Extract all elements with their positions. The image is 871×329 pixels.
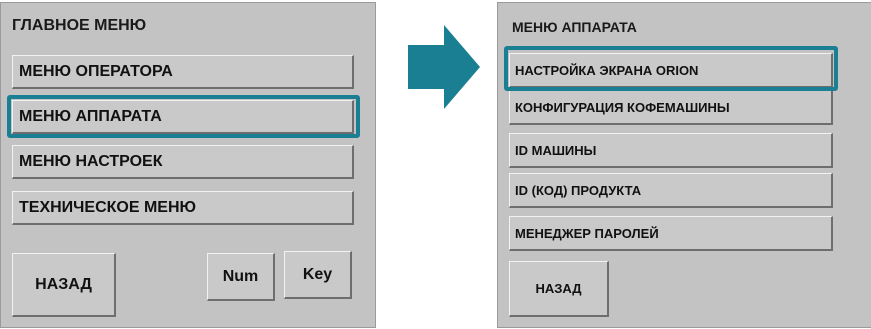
selection-highlight bbox=[504, 46, 838, 91]
main-menu-title: ГЛАВНОЕ МЕНЮ bbox=[12, 17, 147, 34]
product-id-button[interactable]: ID (КОД) ПРОДУКТА bbox=[509, 173, 833, 208]
num-button[interactable]: Num bbox=[207, 253, 275, 301]
machine-id-button[interactable]: ID МАШИНЫ bbox=[509, 133, 833, 168]
back-button[interactable]: НАЗАД bbox=[509, 261, 609, 317]
machine-menu-panel: МЕНЮ АППАРАТА НАСТРОЙКА ЭКРАНА ORION КОН… bbox=[497, 2, 871, 328]
selection-highlight bbox=[7, 95, 360, 138]
main-menu-panel: ГЛАВНОЕ МЕНЮ МЕНЮ ОПЕРАТОРА МЕНЮ АППАРАТ… bbox=[0, 2, 376, 328]
coffee-machine-config-button[interactable]: КОНФИГУРАЦИЯ КОФЕМАШИНЫ bbox=[509, 90, 833, 125]
password-manager-button[interactable]: МЕНЕДЖЕР ПАРОЛЕЙ bbox=[509, 216, 833, 251]
machine-menu-title: МЕНЮ АППАРАТА bbox=[512, 19, 637, 35]
settings-menu-button[interactable]: МЕНЮ НАСТРОЕК bbox=[12, 145, 354, 179]
arrow-right-icon bbox=[408, 25, 480, 109]
back-button[interactable]: НАЗАД bbox=[12, 253, 116, 317]
technical-menu-button[interactable]: ТЕХНИЧЕСКОЕ МЕНЮ bbox=[12, 191, 354, 225]
operator-menu-button[interactable]: МЕНЮ ОПЕРАТОРА bbox=[12, 55, 354, 89]
key-button[interactable]: Key bbox=[284, 251, 352, 299]
